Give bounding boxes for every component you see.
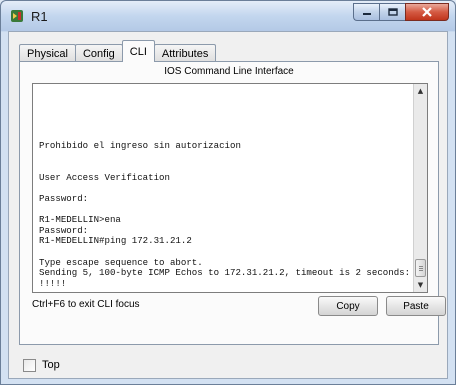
tab-cli[interactable]: CLI	[121, 40, 155, 62]
scroll-up-icon[interactable]: ▲	[414, 84, 427, 98]
router-window: R1 Physical Config CLI Attributes IOS Co…	[0, 0, 456, 385]
top-checkbox-label: Top	[42, 359, 60, 371]
window-title: R1	[31, 9, 48, 24]
terminal-line: Sending 5, 100-byte ICMP Echos to 172.31…	[39, 267, 409, 279]
maximize-icon	[387, 8, 398, 16]
copy-button[interactable]: Copy	[318, 296, 378, 316]
tab-bar: Physical Config CLI Attributes	[19, 40, 217, 62]
terminal-line: R1-MEDELLIN#ping 172.31.21.2	[39, 235, 192, 247]
window-content: Physical Config CLI Attributes IOS Comma…	[8, 31, 448, 379]
cli-terminal[interactable]: Prohibido el ingreso sin autorizacion Use…	[32, 83, 428, 293]
tab-physical[interactable]: Physical	[19, 44, 76, 62]
minimize-icon	[362, 13, 371, 15]
tab-attributes[interactable]: Attributes	[153, 44, 217, 62]
scroll-down-icon[interactable]: ▼	[414, 278, 427, 292]
minimize-button[interactable]	[353, 3, 379, 21]
window-controls	[353, 3, 449, 23]
cli-panel: IOS Command Line Interface Prohibido el …	[19, 61, 446, 345]
cli-focus-hint: Ctrl+F6 to exit CLI focus	[32, 299, 140, 310]
tab-config[interactable]: Config	[74, 44, 123, 62]
router-app-icon	[11, 10, 23, 22]
terminal-output[interactable]: Prohibido el ingreso sin autorizacion Use…	[39, 88, 409, 288]
terminal-line: Password:	[39, 192, 89, 204]
scroll-thumb[interactable]	[415, 259, 426, 277]
terminal-line: !!!!!	[39, 277, 67, 288]
terminal-line: R1-MEDELLIN>ena	[39, 214, 121, 226]
panel-title: IOS Command Line Interface	[164, 66, 294, 77]
top-checkbox[interactable]	[23, 359, 36, 372]
close-icon	[422, 7, 432, 17]
terminal-line: User Access Verification	[39, 171, 170, 183]
terminal-line: Prohibido el ingreso sin autorizacion	[39, 139, 241, 151]
paste-button[interactable]: Paste	[386, 296, 446, 316]
maximize-button[interactable]	[379, 3, 405, 21]
title-bar[interactable]: R1	[1, 1, 455, 31]
terminal-scrollbar[interactable]: ▲ ▼	[413, 84, 427, 292]
close-button[interactable]	[405, 3, 449, 21]
